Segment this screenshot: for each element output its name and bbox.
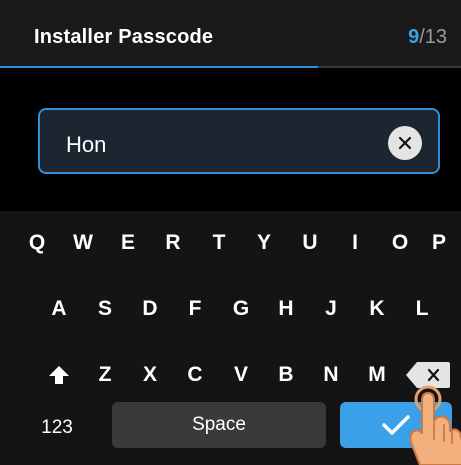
progress-fill (0, 66, 319, 68)
key-p[interactable]: P (419, 223, 459, 263)
key-k[interactable]: K (357, 289, 397, 329)
key-a[interactable]: A (39, 289, 79, 329)
key-i[interactable]: I (335, 223, 375, 263)
passcode-input-value: Hon (66, 132, 107, 157)
on-screen-keyboard: Q W E R T Y U I O P A S D F G H J K L Z … (0, 211, 461, 465)
numeric-mode-key[interactable]: 123 (22, 408, 92, 448)
key-v[interactable]: V (221, 355, 261, 395)
key-e[interactable]: E (108, 223, 148, 263)
step-current: 9 (408, 26, 420, 48)
key-n[interactable]: N (311, 355, 351, 395)
hand-pointer-icon (409, 385, 461, 465)
clear-button[interactable] (388, 126, 422, 160)
shift-arrow-icon (49, 366, 69, 384)
key-f[interactable]: F (175, 289, 215, 329)
key-m[interactable]: M (357, 355, 397, 395)
key-w[interactable]: W (63, 223, 103, 263)
shift-key[interactable] (39, 355, 79, 395)
key-b[interactable]: B (266, 355, 306, 395)
key-d[interactable]: D (130, 289, 170, 329)
space-key[interactable]: Space (112, 402, 326, 448)
key-x[interactable]: X (130, 355, 170, 395)
key-g[interactable]: G (221, 289, 261, 329)
step-counter: 9/13 (408, 26, 447, 49)
key-t[interactable]: T (199, 223, 239, 263)
key-c[interactable]: C (175, 355, 215, 395)
progress-bar (0, 66, 461, 68)
step-total: /13 (419, 26, 447, 48)
key-l[interactable]: L (402, 289, 442, 329)
key-h[interactable]: H (266, 289, 306, 329)
key-r[interactable]: R (153, 223, 193, 263)
key-y[interactable]: Y (244, 223, 284, 263)
key-s[interactable]: S (85, 289, 125, 329)
close-icon (398, 136, 412, 150)
header-bar: Installer Passcode 9/13 (0, 0, 461, 68)
key-q[interactable]: Q (17, 223, 57, 263)
key-z[interactable]: Z (85, 355, 125, 395)
key-o[interactable]: O (380, 223, 420, 263)
page-title: Installer Passcode (34, 26, 214, 48)
passcode-input[interactable]: Hon (38, 108, 440, 174)
key-u[interactable]: U (290, 223, 330, 263)
key-j[interactable]: J (311, 289, 351, 329)
